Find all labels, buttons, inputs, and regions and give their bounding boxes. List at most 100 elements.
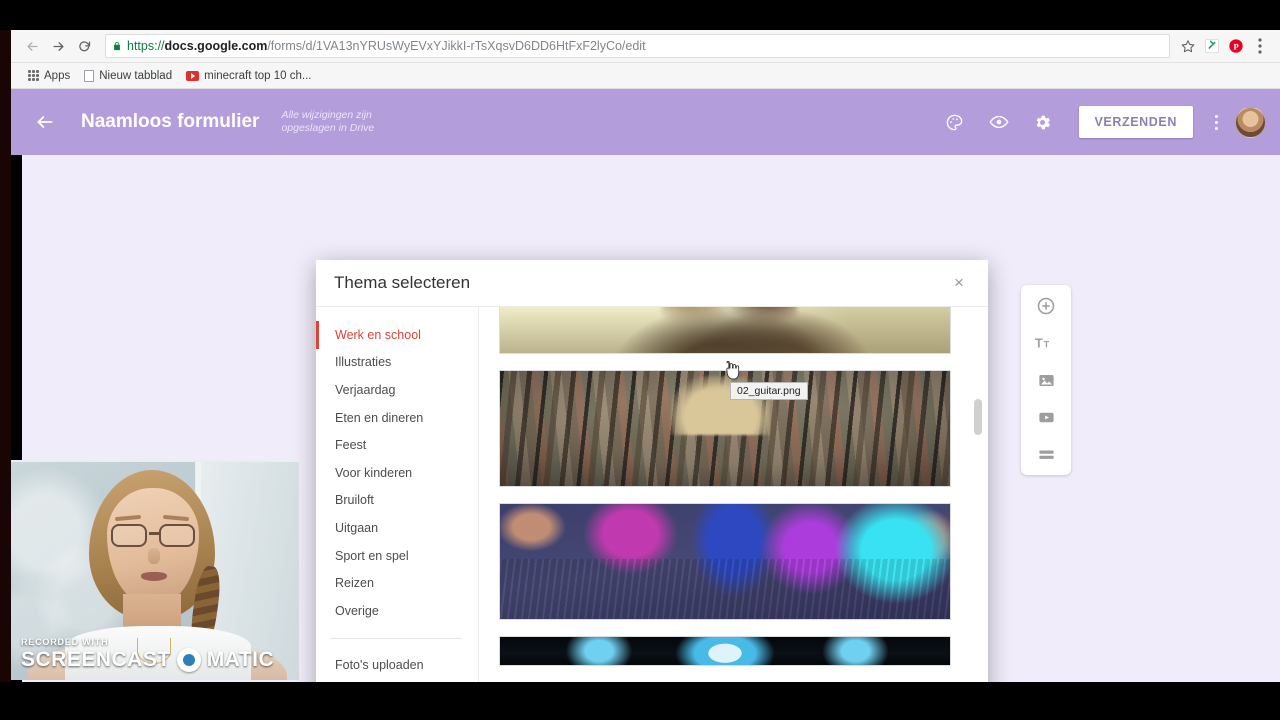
category-label: Eten en dineren — [335, 410, 424, 425]
letterbox-left — [0, 0, 11, 720]
add-title-icon: TT — [1033, 330, 1059, 356]
letterbox-bottom — [0, 682, 1280, 720]
category-list: Werk en school Illustraties Verjaardag E… — [316, 307, 479, 682]
upload-photos-label: Foto's uploaden — [335, 658, 424, 673]
eye-preview-icon[interactable] — [979, 102, 1019, 142]
reload-arrow-icon[interactable] — [71, 33, 97, 59]
url-scheme: https:// — [127, 39, 165, 53]
category-label: Illustraties — [335, 355, 392, 370]
book-heart-image — [500, 307, 950, 353]
dialog-scrollbar[interactable] — [974, 313, 982, 682]
category-item-overige[interactable]: Overige — [316, 597, 478, 625]
apps-grid-icon — [28, 70, 39, 81]
lock-icon — [112, 40, 122, 52]
watermark-screencast: SCREENCAST — [21, 648, 171, 671]
settings-gear-icon[interactable] — [1023, 102, 1063, 142]
category-label: Verjaardag — [335, 382, 396, 397]
screencast-o-matic-watermark: RECORDED WITH SCREENCAST MATIC — [21, 637, 274, 672]
add-question-icon[interactable] — [1033, 293, 1059, 319]
category-label: Feest — [335, 438, 367, 453]
glasses-lens-left — [111, 524, 147, 547]
bookmarks-bar: Apps Nieuw tabblad minecraft top 10 ch..… — [11, 63, 1280, 89]
category-label: Uitgaan — [335, 520, 379, 535]
category-item-reizen[interactable]: Reizen — [316, 569, 478, 597]
theme-thumbnail-bunsen-burner[interactable] — [499, 636, 951, 666]
watermark-matic: MATIC — [206, 648, 275, 671]
lab-flasks-image — [500, 504, 950, 619]
dialog-scrollbar-thumb[interactable] — [974, 399, 982, 435]
theme-picker-dialog: Thema selecteren × Werk en school Illust… — [316, 260, 988, 682]
pinterest-icon[interactable]: P — [1224, 34, 1248, 58]
category-label: Reizen — [335, 576, 374, 591]
category-item-feest[interactable]: Feest — [316, 431, 478, 459]
watermark-line-2: SCREENCAST MATIC — [21, 648, 274, 672]
save-status: Alle wijzigingen zijn opgeslagen in Driv… — [281, 109, 375, 134]
webcam-overlay: RECORDED WITH SCREENCAST MATIC — [11, 460, 299, 680]
category-item-bruiloft[interactable]: Bruiloft — [316, 487, 478, 515]
category-item-sport-en-spel[interactable]: Sport en spel — [316, 542, 478, 570]
back-arrow-icon[interactable] — [25, 102, 65, 142]
back-arrow-icon[interactable] — [19, 33, 45, 59]
forms-side-toolbar: TT — [1021, 285, 1071, 475]
category-item-voor-kinderen[interactable]: Voor kinderen — [316, 459, 478, 487]
add-video-icon[interactable] — [1033, 404, 1059, 430]
more-vert-icon[interactable] — [1203, 114, 1229, 130]
svg-text:T: T — [1044, 339, 1050, 349]
bunsen-burner-image — [500, 637, 950, 665]
svg-text:P: P — [1233, 41, 1239, 51]
upload-photos-link[interactable]: Foto's uploaden — [316, 652, 478, 680]
glasses-bridge — [149, 532, 159, 535]
forward-arrow-icon[interactable] — [45, 33, 71, 59]
dialog-title: Thema selecteren — [334, 273, 471, 292]
category-item-illustraties[interactable]: Illustraties — [316, 349, 478, 377]
url-path: /forms/d/1VA13nYRUsWyEVxYJikkI-rTsXqsvD6… — [267, 39, 646, 53]
mouse-cursor-pointer-icon — [725, 360, 744, 388]
letterbox-top — [0, 0, 1280, 30]
category-label: Bruiloft — [335, 493, 374, 508]
url-host: docs.google.com — [164, 39, 268, 53]
send-button[interactable]: VERZENDEN — [1078, 106, 1193, 138]
bookmark-nieuw-tabblad[interactable]: Nieuw tabblad — [77, 66, 179, 86]
dialog-header: Thema selecteren × — [316, 260, 988, 307]
svg-text:T: T — [1035, 336, 1043, 350]
add-section-icon[interactable] — [1033, 441, 1059, 467]
bookmark-label: Apps — [44, 69, 71, 82]
add-image-icon[interactable] — [1033, 367, 1059, 393]
bookmark-label: Nieuw tabblad — [99, 69, 173, 82]
theme-thumbnail-lab-flasks[interactable] — [499, 503, 951, 620]
close-icon[interactable]: × — [948, 272, 970, 294]
page-icon — [84, 69, 95, 82]
page-title[interactable]: Naamloos formulier — [81, 111, 259, 133]
watermark-line-1: RECORDED WITH — [21, 637, 109, 647]
address-bar[interactable]: https://docs.google.com/forms/d/1VA13nYR… — [105, 34, 1170, 58]
paint-brushes-image — [500, 371, 950, 486]
presenter-nose — [148, 548, 160, 564]
theme-thumbnail-book-heart[interactable] — [499, 307, 951, 354]
category-item-verjaardag[interactable]: Verjaardag — [316, 376, 478, 404]
category-label: Sport en spel — [335, 548, 409, 563]
category-item-werk-en-school[interactable]: Werk en school — [316, 321, 478, 349]
category-label: Werk en school — [335, 327, 421, 342]
category-label: Overige — [335, 603, 379, 618]
screencast-o-matic-logo-icon — [176, 648, 201, 672]
category-item-eten-en-dineren[interactable]: Eten en dineren — [316, 404, 478, 432]
forms-header: Naamloos formulier Alle wijzigingen zijn… — [11, 89, 1280, 155]
screen-root: https://docs.google.com/forms/d/1VA13nYR… — [0, 0, 1280, 720]
chrome-menu-icon[interactable] — [1248, 34, 1272, 58]
glasses-lens-right — [159, 524, 195, 547]
presenter-glasses — [109, 524, 197, 547]
palette-icon[interactable] — [935, 102, 975, 142]
extension-icon[interactable] — [1200, 34, 1224, 58]
bookmark-label: minecraft top 10 ch... — [204, 69, 312, 82]
bookmark-apps[interactable]: Apps — [21, 66, 77, 86]
avatar[interactable] — [1235, 106, 1266, 138]
star-icon[interactable] — [1176, 34, 1200, 58]
sidebar-divider — [330, 637, 462, 639]
youtube-icon — [186, 70, 200, 81]
bookmark-minecraft[interactable]: minecraft top 10 ch... — [179, 66, 318, 86]
category-item-uitgaan[interactable]: Uitgaan — [316, 514, 478, 542]
dialog-body: Werk en school Illustraties Verjaardag E… — [316, 307, 988, 682]
category-label: Voor kinderen — [335, 465, 413, 480]
presenter-mouth — [141, 572, 167, 581]
browser-toolbar: https://docs.google.com/forms/d/1VA13nYR… — [11, 30, 1280, 63]
